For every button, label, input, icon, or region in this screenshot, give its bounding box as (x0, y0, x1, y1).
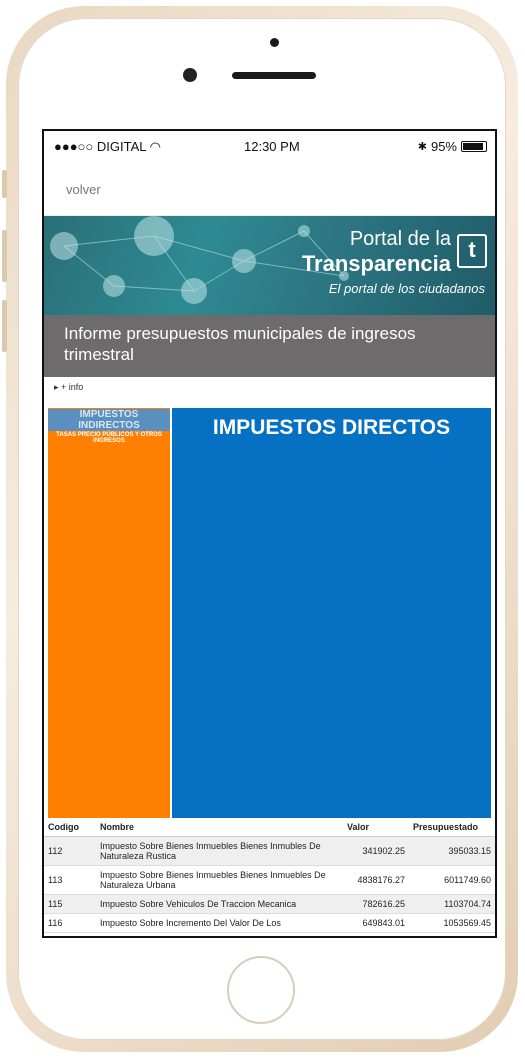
transparencia-logo-icon: t (457, 234, 487, 268)
col-nombre-header: Nombre (96, 818, 343, 837)
page-title: Informe presupuestos municipales de ingr… (44, 315, 495, 377)
col-codigo-header: Codigo (44, 818, 96, 837)
cell-codigo: 115 (44, 894, 96, 914)
wifi-icon: ◠ (149, 139, 161, 154)
table-row[interactable]: 115 Impuesto Sobre Vehiculos De Traccion… (44, 894, 495, 914)
tile-label: IMPUESTOS INDIRECTOS (48, 409, 170, 431)
col-valor-header: Valor (343, 818, 409, 837)
phone-screen: ●●●○○ DIGITAL ◠ 12:30 PM ✱ 95% volver t … (42, 129, 497, 938)
cell-presupuestado: 395033.15 (409, 836, 495, 866)
clock: 12:30 PM (244, 139, 300, 154)
brand-line2: Transparencia (301, 251, 451, 276)
cell-valor: 782616.25 (343, 894, 409, 914)
cell-codigo: 112 (44, 836, 96, 866)
volume-up-button (2, 230, 7, 282)
earpiece-speaker (232, 72, 316, 79)
table-row[interactable]: 116 Impuesto Sobre Incremento Del Valor … (44, 913, 495, 933)
cell-nombre: Impuesto Sobre Bienes Inmuebles Bienes I… (96, 865, 343, 895)
battery-indicator: ✱ 95% (418, 139, 487, 154)
treemap-tile-impuestos-directos[interactable]: IMPUESTOS DIRECTOS (172, 408, 491, 818)
cell-presupuestado: 1103704.74 (409, 894, 495, 914)
cell-presupuestado: 1053569.45 (409, 913, 495, 933)
table-row[interactable]: 112 Impuesto Sobre Bienes Inmuebles Bien… (44, 836, 495, 866)
status-bar: ●●●○○ DIGITAL ◠ 12:30 PM ✱ 95% (44, 131, 495, 165)
info-toggle[interactable]: ▸ + info (44, 377, 495, 408)
treemap-chart: IMPUESTOS INDIRECTOS TASAS PRECIO PÚBLIC… (44, 408, 495, 818)
table-header-row: Codigo Nombre Valor Presupuestado (44, 818, 495, 837)
brand-tagline: El portal de los ciudadanos (328, 281, 485, 296)
proximity-sensor (270, 38, 279, 47)
table-row[interactable]: 113 Impuesto Sobre Bienes Inmuebles Bien… (44, 865, 495, 895)
treemap-tile-impuestos-indirectos[interactable]: IMPUESTOS INDIRECTOS TASAS PRECIO PÚBLIC… (48, 408, 170, 818)
back-link[interactable]: volver (44, 165, 495, 216)
cell-valor: 341902.25 (343, 836, 409, 866)
portal-brand: Portal de la Transparencia (302, 228, 451, 277)
battery-icon (461, 141, 487, 152)
volume-down-button (2, 300, 7, 352)
portal-banner: t Portal de la Transparencia El portal d… (44, 216, 495, 315)
front-camera (183, 68, 197, 82)
cell-nombre: Impuesto Sobre Incremento Del Valor De L… (96, 913, 343, 933)
budget-table: Codigo Nombre Valor Presupuestado 112 Im… (44, 818, 495, 933)
cell-codigo: 113 (44, 865, 96, 895)
col-presupuestado-header: Presupuestado (409, 818, 495, 837)
cell-valor: 649843.01 (343, 913, 409, 933)
cell-nombre: Impuesto Sobre Bienes Inmuebles Bienes I… (96, 836, 343, 866)
tile-label: IMPUESTOS DIRECTOS (212, 416, 451, 439)
tile-sublabel: TASAS PRECIO PÚBLICOS Y OTROS INGRESOS (56, 432, 162, 444)
brand-line1: Portal de la (349, 228, 451, 250)
mute-switch (2, 170, 7, 198)
cell-nombre: Impuesto Sobre Vehiculos De Traccion Mec… (96, 894, 343, 914)
cell-presupuestado: 6011749.60 (409, 865, 495, 895)
carrier-label: ●●●○○ DIGITAL ◠ (54, 139, 161, 154)
home-button[interactable] (227, 956, 295, 1024)
cell-valor: 4838176.27 (343, 865, 409, 895)
bluetooth-icon: ✱ (417, 141, 427, 153)
cell-codigo: 116 (44, 913, 96, 933)
battery-percent: 95% (430, 139, 457, 154)
portal-tagline-wrap: El portal de los ciudadanos (329, 278, 485, 296)
